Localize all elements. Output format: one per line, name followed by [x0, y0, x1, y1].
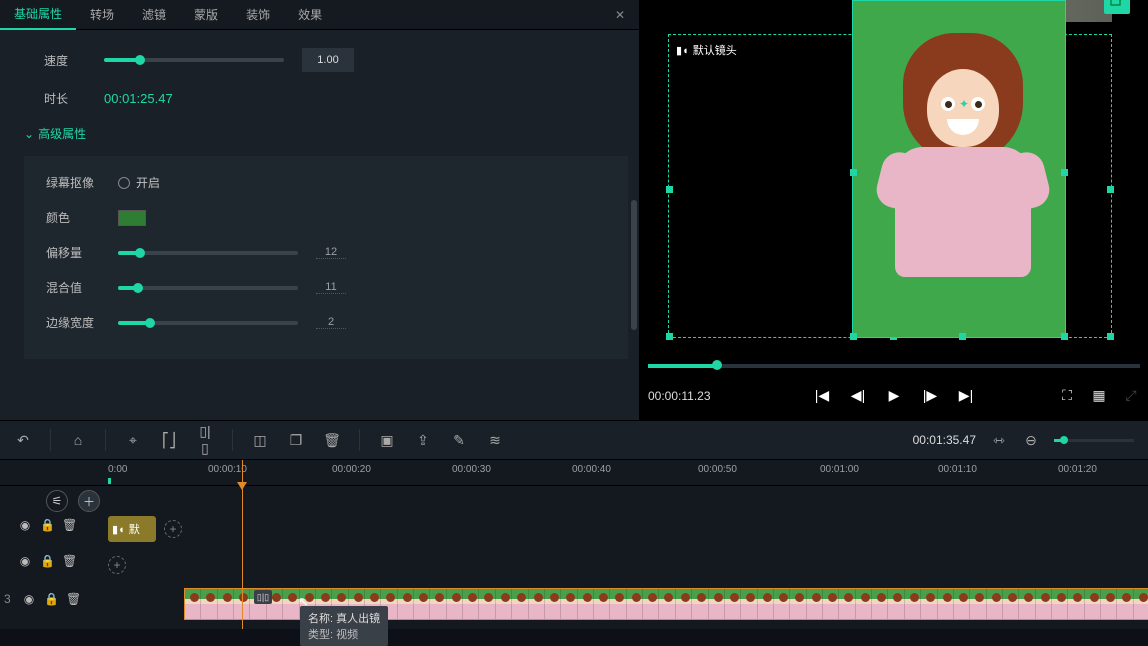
edge-value[interactable]: 2 — [316, 316, 346, 329]
camera-label: ▮◖ 默认镜头 — [676, 42, 737, 58]
color-label: 颜色 — [46, 209, 118, 226]
greenscreen-label: 绿幕抠像 — [46, 174, 118, 191]
snapshot-icon[interactable]: ⛶ — [1058, 387, 1076, 404]
clip-tooltip: 名称: 真人出镜 类型: 视频 — [300, 606, 388, 646]
offset-slider[interactable] — [118, 251, 298, 255]
edge-label: 边缘宽度 — [46, 314, 118, 331]
tab-decorate[interactable]: 装饰 — [232, 0, 284, 30]
preview-panel: ▮◖ 默认镜头 ✦ 00:00:11.23 — [640, 0, 1148, 420]
panel-scrollbar[interactable] — [631, 200, 637, 330]
playhead[interactable] — [242, 460, 243, 629]
preview-seekbar[interactable] — [648, 364, 1140, 368]
properties-panel: 基础属性 转场 滤镜 蒙版 装饰 效果 ✕ 速度 1.00 时长 00:01:2… — [0, 0, 640, 420]
advanced-section: 绿幕抠像 开启 颜色 偏移量 12 混合值 11 — [24, 156, 628, 359]
avatar-illustration: ✦ — [883, 25, 1043, 285]
zoom-slider[interactable] — [1054, 439, 1134, 442]
color-swatch[interactable] — [118, 210, 146, 226]
camera-icon: ▮◖ — [676, 44, 689, 57]
property-tabs: 基础属性 转场 滤镜 蒙版 装饰 效果 ✕ — [0, 0, 639, 30]
speed-value[interactable]: 1.00 — [302, 48, 354, 72]
mark-in-icon[interactable]: ⎡⎦ — [160, 432, 178, 449]
locate-icon[interactable]: ⌖ — [124, 432, 142, 449]
timeline-ruler[interactable]: 0:00 00:00:10 00:00:20 00:00:30 00:00:40… — [0, 460, 1148, 486]
add-layer-button[interactable] — [1104, 0, 1130, 14]
split-icon[interactable]: ▯|▯ — [196, 423, 214, 457]
blend-slider[interactable] — [118, 286, 298, 290]
prev-frame-button[interactable]: |◀ — [813, 387, 831, 404]
zoom-out-icon[interactable]: ⊖ — [1022, 432, 1040, 449]
add-clip-button[interactable]: + — [164, 520, 182, 538]
overlay-clip[interactable]: ▮◖ 默 — [108, 516, 156, 542]
track-delete-icon[interactable]: 🗑 — [62, 518, 76, 532]
offset-label: 偏移量 — [46, 244, 118, 261]
align-tag[interactable]: ▯|▯ — [254, 590, 272, 604]
fullscreen-icon[interactable]: ⤢ — [1122, 387, 1140, 404]
blend-value[interactable]: 11 — [316, 281, 346, 294]
lock-icon[interactable]: 🔒 — [40, 554, 54, 568]
advanced-section-toggle[interactable]: ⌄ 高级属性 — [24, 125, 615, 142]
magnet-icon[interactable]: ⌂ — [69, 432, 87, 448]
lock-icon[interactable]: 🔒 — [44, 592, 58, 606]
next-frame-button[interactable]: ▶| — [957, 387, 975, 404]
add-track-button[interactable]: ＋ — [78, 490, 100, 512]
export-icon[interactable]: ⇪ — [414, 432, 432, 449]
layers-icon[interactable]: ≋ — [486, 432, 504, 449]
step-fwd-button[interactable]: |▶ — [921, 387, 939, 404]
speed-label: 速度 — [44, 52, 104, 69]
visibility-icon[interactable]: ◉ — [18, 554, 32, 568]
play-button[interactable]: ▶ — [885, 387, 903, 404]
step-back-button[interactable]: ◀| — [849, 387, 867, 404]
toolbar-timecode: 00:01:35.47 — [913, 433, 976, 447]
track-delete-icon[interactable]: 🗑 — [62, 554, 76, 568]
close-icon[interactable]: ✕ — [601, 8, 639, 22]
add-clip-button[interactable]: + — [108, 556, 126, 574]
chevron-down-icon: ⌄ — [24, 127, 34, 141]
edit-icon[interactable]: ✎ — [450, 432, 468, 449]
tab-basic[interactable]: 基础属性 — [0, 0, 76, 30]
enable-radio[interactable] — [118, 177, 130, 189]
copy-icon[interactable]: ❐ — [287, 432, 305, 449]
undo-icon[interactable]: ↶ — [14, 432, 32, 449]
camera-icon: ▮◖ — [112, 523, 125, 536]
visibility-icon[interactable]: ◉ — [22, 592, 36, 606]
timeline: 0:00 00:00:10 00:00:20 00:00:30 00:00:40… — [0, 460, 1148, 629]
delete-icon[interactable]: 🗑 — [323, 432, 341, 449]
duration-label: 时长 — [44, 90, 104, 107]
visibility-icon[interactable]: ◉ — [18, 518, 32, 532]
edge-slider[interactable] — [118, 321, 298, 325]
image-icon[interactable]: ▣ — [378, 432, 396, 449]
lock-icon[interactable]: 🔒 — [40, 518, 54, 532]
tab-mask[interactable]: 蒙版 — [180, 0, 232, 30]
speed-slider[interactable] — [104, 58, 284, 62]
duration-value: 00:01:25.47 — [104, 91, 173, 106]
tab-transition[interactable]: 转场 — [76, 0, 128, 30]
grid-icon[interactable]: ▦ — [1090, 387, 1108, 404]
enable-label: 开启 — [136, 174, 160, 191]
crop-icon[interactable]: ◫ — [251, 432, 269, 449]
tab-filter[interactable]: 滤镜 — [128, 0, 180, 30]
preview-canvas[interactable]: ▮◖ 默认镜头 ✦ 00:00:11.23 — [640, 0, 1148, 420]
track-delete-icon[interactable]: 🗑 — [66, 592, 80, 606]
offset-value[interactable]: 12 — [316, 246, 346, 259]
overlay-box[interactable]: ✦ — [852, 0, 1066, 338]
timeline-toolbar: ↶ ⌂ ⌖ ⎡⎦ ▯|▯ ◫ ❐ 🗑 ▣ ⇪ ✎ ≋ 00:01:35.47 ⇿… — [0, 420, 1148, 460]
track-settings-icon[interactable]: ⚟ — [46, 490, 68, 512]
fit-icon[interactable]: ⇿ — [990, 432, 1008, 449]
blend-label: 混合值 — [46, 279, 118, 296]
preview-timecode: 00:00:11.23 — [648, 389, 711, 403]
track-index: 3 — [4, 592, 14, 606]
tab-effect[interactable]: 效果 — [284, 0, 336, 30]
